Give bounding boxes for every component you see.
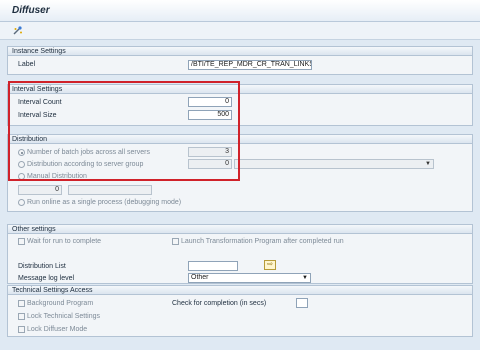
execute-icon[interactable] bbox=[12, 25, 24, 37]
label-label: Label bbox=[18, 61, 36, 68]
manual-distribution-detail-field[interactable] bbox=[68, 185, 152, 195]
technical-settings-header: Technical Settings Access bbox=[7, 285, 473, 295]
lock-diffuser-mode-label: Lock Diffuser Mode bbox=[27, 326, 88, 333]
lock-technical-settings-label: Lock Technical Settings bbox=[27, 313, 101, 320]
check-completion-field[interactable] bbox=[296, 298, 308, 308]
server-group-dropdown[interactable]: ▼ bbox=[234, 159, 434, 169]
message-log-dropdown[interactable]: Other ▼ bbox=[188, 273, 311, 283]
check-completion-label: Check for completion (in secs) bbox=[172, 300, 267, 307]
wait-for-run-label: Wait for run to complete bbox=[27, 238, 102, 245]
background-program-label: Background Program bbox=[27, 300, 94, 307]
background-program-checkbox[interactable] bbox=[18, 300, 25, 307]
toolbar bbox=[0, 22, 480, 40]
title-bar bbox=[0, 0, 480, 22]
folder-icon[interactable]: ⇨ bbox=[264, 260, 276, 270]
lock-technical-settings-checkbox[interactable] bbox=[18, 313, 25, 320]
run-online-label: Run online as a single process (debuggin… bbox=[27, 199, 182, 206]
distribution-list-label: Distribution List bbox=[18, 263, 66, 270]
wait-for-run-checkbox[interactable] bbox=[18, 238, 25, 245]
chevron-down-icon: ▼ bbox=[302, 275, 308, 281]
other-settings-header: Other settings bbox=[7, 224, 473, 234]
run-online-radio[interactable] bbox=[18, 199, 25, 206]
message-log-label: Message log level bbox=[18, 275, 75, 282]
launch-transformation-label: Launch Transformation Program after comp… bbox=[181, 238, 344, 245]
chevron-down-icon: ▼ bbox=[425, 161, 431, 167]
lock-diffuser-mode-checkbox[interactable] bbox=[18, 326, 25, 333]
page-title: Diffuser bbox=[12, 5, 50, 16]
launch-transformation-checkbox[interactable] bbox=[172, 238, 179, 245]
manual-distribution-field[interactable]: 0 bbox=[18, 185, 62, 195]
distribution-list-field[interactable] bbox=[188, 261, 238, 271]
label-field[interactable]: /BTI/TE_REP_MDR_CR_TRAN_LINKS bbox=[188, 60, 312, 70]
instance-settings-header: Instance Settings bbox=[7, 46, 473, 56]
message-log-value: Other bbox=[191, 274, 209, 281]
highlight-box bbox=[8, 81, 240, 181]
